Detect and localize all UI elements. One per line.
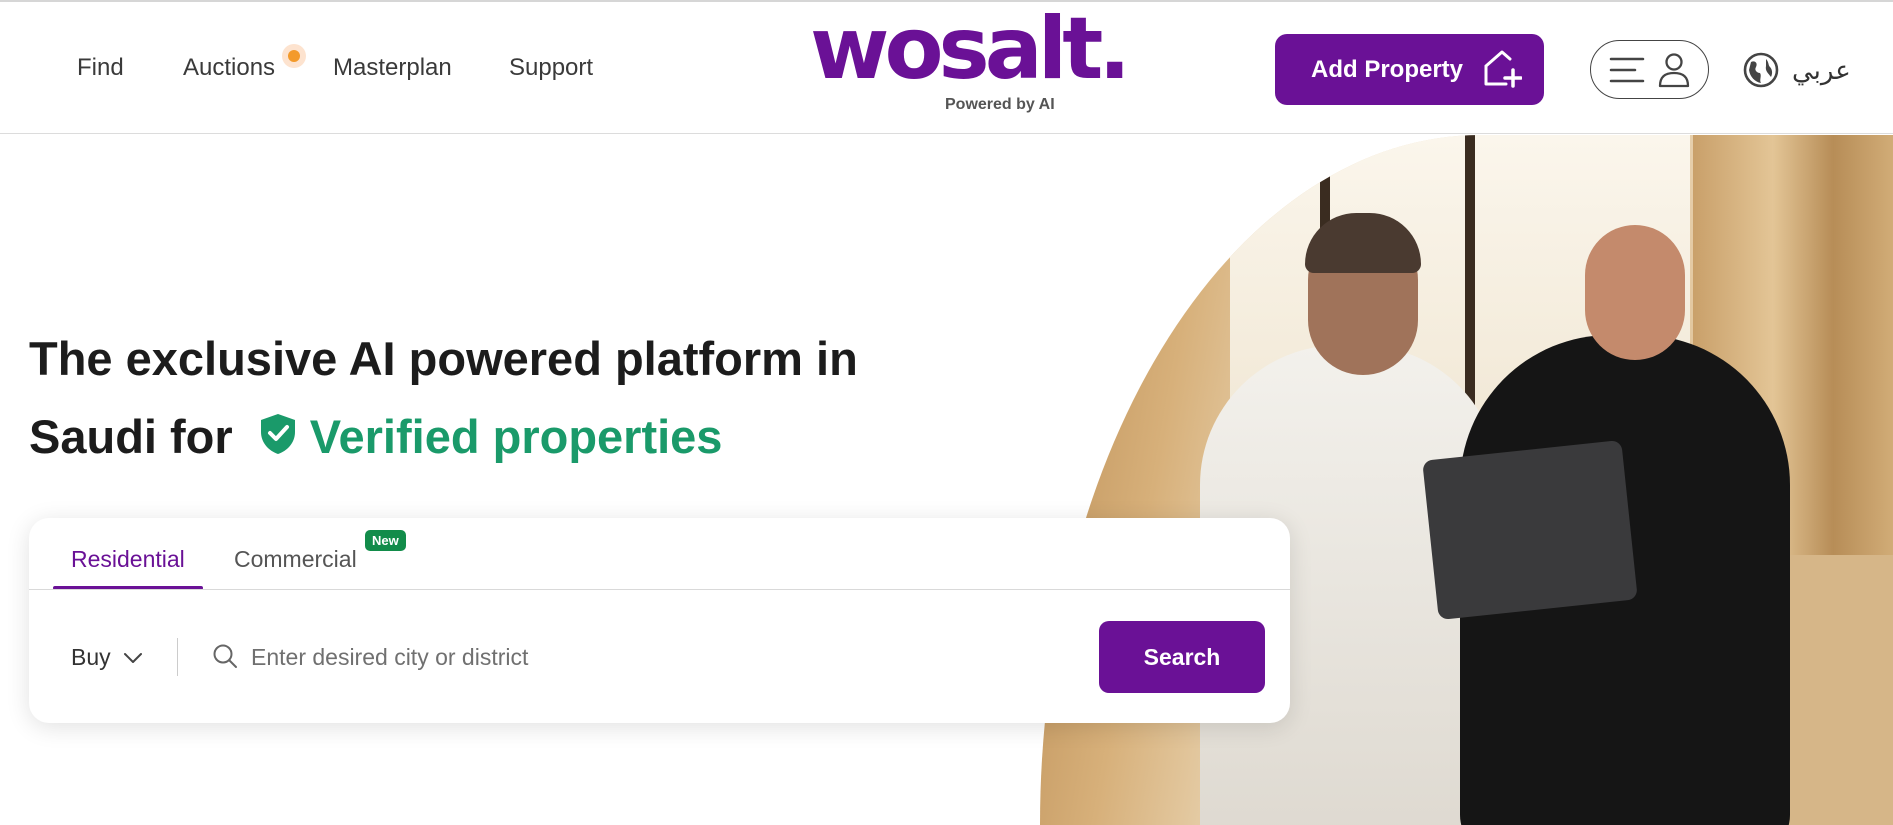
brand-logo[interactable]: wosalt. Powered by AI <box>810 6 1131 121</box>
search-button[interactable]: Search <box>1099 621 1265 693</box>
account-menu-button[interactable] <box>1590 40 1709 99</box>
add-property-button[interactable]: Add Property <box>1275 34 1544 105</box>
tab-residential[interactable]: Residential <box>71 546 185 573</box>
headline-line-2-prefix: Saudi for <box>29 410 233 463</box>
language-label: عربي <box>1792 54 1851 85</box>
search-icon <box>213 644 237 668</box>
search-card: Residential Commercial New Buy Search <box>29 518 1290 723</box>
menu-icon <box>1609 57 1645 83</box>
logo-wordmark: wosalt. <box>810 0 1131 99</box>
logo-tagline: Powered by AI <box>945 96 1055 113</box>
nav-find[interactable]: Find <box>77 54 124 82</box>
purpose-dropdown[interactable]: Buy <box>71 644 143 671</box>
nav-masterplan[interactable]: Masterplan <box>333 54 452 82</box>
location-search-input[interactable] <box>251 635 1071 679</box>
live-indicator-icon <box>282 44 306 68</box>
verified-properties-highlight: Verified properties <box>309 410 723 463</box>
add-property-label: Add Property <box>1311 55 1464 83</box>
shield-check-icon <box>260 414 295 454</box>
site-header: Find Auctions Masterplan Support wosalt.… <box>0 2 1893 134</box>
tabs-divider <box>29 589 1290 590</box>
hero-headline: The exclusive AI powered platform in Sau… <box>29 320 929 476</box>
search-divider <box>177 638 178 676</box>
language-switch[interactable]: عربي <box>1742 50 1851 90</box>
globe-icon <box>1743 52 1779 88</box>
nav-auctions[interactable]: Auctions <box>183 54 275 82</box>
chevron-down-icon <box>123 652 142 663</box>
tab-commercial[interactable]: Commercial <box>234 546 357 573</box>
add-home-icon <box>1484 50 1522 88</box>
nav-support[interactable]: Support <box>509 54 593 82</box>
purpose-value: Buy <box>71 644 111 670</box>
new-badge: New <box>365 530 406 551</box>
user-icon <box>1658 53 1690 88</box>
headline-line-1: The exclusive AI powered platform in <box>29 332 858 385</box>
